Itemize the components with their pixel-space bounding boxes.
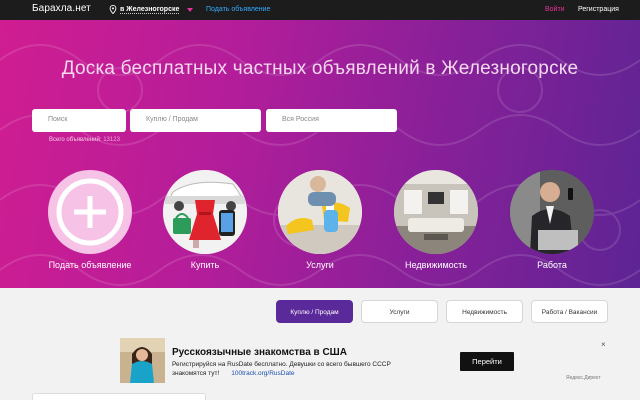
city-label: в Железногорске [120,5,180,14]
search-input[interactable]: Поиск [32,109,126,132]
login-link[interactable]: Войти [545,6,565,13]
living-room-illustration [394,170,478,254]
tab-real-estate[interactable]: Недвижимость [446,300,523,323]
services-image [278,170,362,254]
jobs-image [510,170,594,254]
ad-go-button[interactable]: Перейти [460,352,514,371]
ad-photo [120,338,165,383]
city-selector[interactable]: в Железногорске [109,5,194,14]
category-label: Услуги [306,260,334,270]
cleaning-illustration [278,170,362,254]
post-ad-circle [48,170,132,254]
ad-provider: Яндекс.Директ [566,375,601,381]
real-estate-image [394,170,478,254]
top-bar: Барахла.нет в Железногорске Подать объяв… [0,0,640,20]
total-ads-counter: Всего объявлений: 13123 [49,137,120,143]
post-ad-link[interactable]: Подать объявление [206,6,270,13]
location-pin-icon [109,5,117,14]
woman-photo-illustration [120,338,165,383]
tab-jobs[interactable]: Работа / Вакансии [531,300,608,323]
hero-section: Доска бесплатных частных объявлений в Же… [0,20,640,288]
ad-text: Регистрируйся на RusDate бесплатно. Деву… [172,360,422,378]
category-label: Купить [190,260,220,270]
category-label: Недвижимость [405,260,467,270]
tab-buy-sell[interactable]: Куплю / Продам [276,300,353,323]
businessman-illustration [510,170,594,254]
total-ads-count: 13123 [103,137,120,143]
ad-type-select[interactable]: Куплю / Продам [130,109,261,132]
category-jobs[interactable]: Работа [510,170,594,270]
total-ads-label: Всего объявлений: [49,137,102,143]
close-icon[interactable]: × [601,340,606,349]
ad-banner[interactable]: Русскоязычные знакомства в США Регистрир… [120,338,620,386]
tab-services[interactable]: Услуги [361,300,438,323]
site-logo[interactable]: Барахла.нет [32,3,91,14]
ad-title[interactable]: Русскоязычные знакомства в США [172,347,347,358]
category-post-ad[interactable]: Подать объявление [48,170,132,270]
category-label: Подать объявление [48,260,132,270]
category-services[interactable]: Услуги [278,170,362,270]
category-real-estate[interactable]: Недвижимость [394,170,478,270]
listing-card [32,393,206,400]
chevron-down-icon [187,7,194,12]
category-buy[interactable]: Купить [163,170,247,270]
category-label: Работа [537,260,567,270]
region-select[interactable]: Вся Россия [266,109,397,132]
plus-icon [56,178,124,246]
category-tabs: Куплю / Продам Услуги Недвижимость Работ… [0,300,640,324]
buy-image [163,170,247,254]
ad-link[interactable]: 100track.org/RusDate [231,370,294,377]
page-title: Доска бесплатных частных объявлений в Же… [61,58,579,79]
dress-and-car-illustration [163,170,247,254]
register-link[interactable]: Регистрация [578,6,619,13]
